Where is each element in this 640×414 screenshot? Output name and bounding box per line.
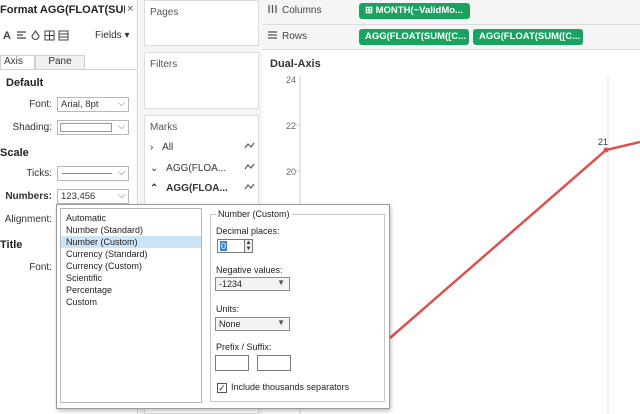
ticks-dropdown[interactable]: ⌵ [57, 166, 129, 181]
chevron-down-icon: ⌵ [118, 121, 125, 131]
rows-pill-2[interactable]: AGG(FLOAT(SUM([C... [473, 29, 583, 45]
marks-row-all[interactable]: › All [150, 142, 255, 153]
line-mark-icon [244, 162, 255, 174]
numbers-label: Numbers: [5, 191, 52, 202]
borders-icon[interactable] [44, 30, 55, 44]
decimal-places-stepper[interactable]: ▲ ▼ [244, 239, 253, 253]
fields-button[interactable]: Fields ▾ [95, 30, 129, 41]
decimal-places-value: 0 [220, 241, 228, 251]
data-label: 21 [598, 137, 608, 147]
format-option-custom[interactable]: Custom [61, 296, 201, 308]
format-option-currency-custom[interactable]: Currency (Custom) [61, 260, 201, 272]
units-dropdown[interactable]: None ▼ [215, 317, 290, 331]
format-option-automatic[interactable]: Automatic [61, 212, 201, 224]
spin-down-icon[interactable]: ▼ [245, 246, 252, 252]
shading-dropdown[interactable]: ⌵ [57, 120, 129, 135]
filters-title: Filters [150, 59, 178, 70]
rows-pill-1[interactable]: AGG(FLOAT(SUM([C... [359, 29, 469, 45]
units-label: Units: [216, 304, 240, 314]
format-option-percentage[interactable]: Percentage [61, 284, 201, 296]
shelf-divider [262, 24, 640, 25]
tab-axis[interactable]: Axis [0, 55, 35, 70]
numbers-dropdown-value: 123,456 [61, 191, 96, 202]
negative-values-label: Negative values: [216, 265, 283, 275]
font-icon[interactable]: A [3, 30, 11, 42]
marks-row-agg-2[interactable]: ⌃ AGG(FLOA... [150, 183, 255, 194]
y-tick-label: 20 [286, 167, 296, 177]
shading-swatch [60, 123, 112, 132]
pages-title: Pages [150, 7, 179, 18]
rows-label: Rows [282, 31, 308, 42]
expand-icon: › [150, 142, 154, 153]
close-icon[interactable]: × [127, 3, 133, 15]
mark-row-label: All [162, 142, 174, 153]
marks-row-agg-1[interactable]: ⌄ AGG(FLOA... [150, 163, 255, 174]
mark-row-label: AGG(FLOA... [166, 163, 227, 174]
font-label: Font: [29, 99, 52, 110]
format-option-scientific[interactable]: Scientific [61, 272, 201, 284]
format-pane-title: Format AGG(FLOAT(SUM... [0, 4, 125, 16]
prefix-input[interactable] [215, 355, 249, 371]
decimal-places-label: Decimal places: [216, 226, 280, 236]
data-point [603, 147, 609, 153]
suffix-input[interactable] [257, 355, 291, 371]
font-dropdown[interactable]: Arial, 8pt ⌵ [57, 97, 129, 112]
dropdown-arrow-icon: ▼ [277, 318, 285, 327]
tab-pane[interactable]: Pane [35, 55, 85, 70]
y-tick-label: 22 [286, 121, 296, 131]
lines-icon[interactable] [58, 30, 69, 44]
ticks-label: Ticks: [26, 168, 52, 179]
section-title-heading: Title [0, 239, 23, 251]
marks-title: Marks [150, 122, 178, 133]
section-default-heading: Default [6, 77, 44, 89]
filters-card[interactable]: Filters [144, 52, 259, 109]
format-option-number-custom[interactable]: Number (Custom) [61, 236, 201, 248]
dropdown-arrow-icon: ▼ [277, 278, 285, 287]
numbers-dropdown[interactable]: 123,456 ⌵ [57, 189, 129, 204]
decimal-places-input[interactable]: 0 [217, 239, 245, 253]
format-toolbar: A Fields ▾ [0, 27, 138, 47]
columns-label: Columns [282, 5, 322, 16]
font-dropdown-value: Arial, 8pt [61, 99, 99, 110]
alignment-label: Alignment: [4, 214, 52, 225]
collapse-icon: ⌃ [150, 183, 159, 194]
tab-divider [0, 69, 138, 70]
columns-icon [267, 4, 278, 17]
negative-values-value: -1234 [219, 279, 243, 289]
mark-row-label: AGG(FLOA... [166, 183, 228, 194]
line-style-sample [62, 173, 112, 174]
group-title: Number (Custom) [216, 209, 292, 219]
pages-card[interactable]: Pages [144, 0, 259, 46]
chevron-down-icon: ⌵ [118, 98, 125, 108]
y-tick-label: 24 [286, 75, 296, 85]
shading-label: Shading: [12, 122, 52, 133]
chevron-down-icon: ⌵ [118, 167, 125, 177]
negative-values-dropdown[interactable]: -1234 ▼ [215, 277, 290, 291]
units-value: None [219, 319, 241, 329]
format-type-list[interactable]: Automatic Number (Standard) Number (Cust… [60, 208, 202, 403]
series-line [389, 140, 640, 339]
format-option-currency-standard[interactable]: Currency (Standard) [61, 248, 201, 260]
alignment-icon[interactable] [16, 30, 27, 44]
prefix-suffix-label: Prefix / Suffix: [216, 342, 272, 352]
columns-pill[interactable]: ⊞ MONTH(~ValidMo... [359, 3, 470, 19]
columns-rows-bar: Columns ⊞ MONTH(~ValidMo... Rows AGG(FLO… [262, 0, 640, 50]
format-option-number-standard[interactable]: Number (Standard) [61, 224, 201, 236]
number-format-popup: Automatic Number (Standard) Number (Cust… [56, 204, 390, 409]
line-mark-icon [244, 141, 255, 153]
rows-icon [267, 30, 278, 43]
section-scale-heading: Scale [0, 147, 29, 159]
title-font-label: Font: [29, 262, 52, 273]
thousands-separator-label: Include thousands separators [231, 382, 350, 392]
chevron-down-icon: ⌵ [118, 190, 125, 200]
line-mark-icon [244, 182, 255, 194]
thousands-separator-checkbox[interactable]: ✓ [217, 383, 227, 393]
expand-icon: ⌄ [150, 163, 159, 174]
shading-icon[interactable] [30, 30, 41, 44]
